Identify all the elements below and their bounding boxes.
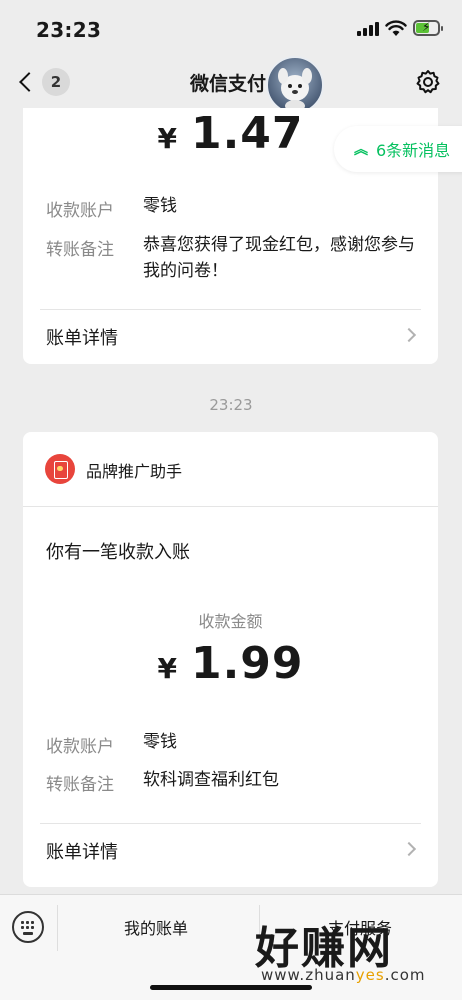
back-button[interactable]: 2 xyxy=(14,66,70,98)
status-time: 23:23 xyxy=(36,18,102,42)
bill-detail-link[interactable]: 账单详情 xyxy=(46,838,118,864)
battery-icon: ⚡ xyxy=(413,20,443,36)
remark-value: 软科调查福利红包 xyxy=(143,770,279,790)
brand-name: 品牌推广助手 xyxy=(86,462,183,481)
nav-bar: 2 微信支付 xyxy=(0,56,462,108)
avatar[interactable] xyxy=(266,56,324,114)
divider xyxy=(40,823,421,824)
notice-title: 你有一笔收款入账 xyxy=(46,542,190,563)
account-label: 收款账户 xyxy=(46,737,114,757)
avatar-dog-icon xyxy=(278,68,312,112)
chevron-right-icon xyxy=(401,327,417,343)
home-indicator[interactable] xyxy=(150,985,312,990)
double-chevron-up-icon: ︽ xyxy=(354,142,368,158)
menu-my-bill[interactable]: 我的账单 xyxy=(124,915,188,939)
remark-label: 转账备注 xyxy=(46,240,114,260)
amount-caption: 收款金额 xyxy=(198,612,263,631)
signal-icon xyxy=(357,22,379,36)
settings-gear-icon[interactable] xyxy=(414,68,442,96)
wifi-icon xyxy=(385,20,407,36)
message-timestamp: 23:23 xyxy=(209,396,253,414)
watermark-url: www.zhuanyes.com xyxy=(261,966,426,984)
divider xyxy=(40,309,421,310)
account-value: 零钱 xyxy=(143,196,177,216)
remark-label: 转账备注 xyxy=(46,775,114,795)
keyboard-icon[interactable] xyxy=(12,911,44,943)
chevron-right-icon xyxy=(401,841,417,857)
payment-amount: ¥1.99 xyxy=(157,638,304,689)
watermark: 好赚网 www.zhuanyes.com xyxy=(255,912,455,988)
red-packet-icon xyxy=(45,454,75,484)
account-label: 收款账户 xyxy=(46,201,114,221)
status-bar: 23:23 ⚡ xyxy=(0,0,462,56)
charging-bolt-icon: ⚡ xyxy=(422,20,431,34)
page-title: 微信支付 xyxy=(190,73,267,95)
new-messages-button[interactable]: ︽ 6条新消息 xyxy=(334,126,462,172)
new-messages-label: 6条新消息 xyxy=(376,141,451,160)
back-chevron-icon xyxy=(19,72,39,92)
remark-value: 恭喜您获得了现金红包，感谢您参与我的问卷！ xyxy=(143,235,415,281)
divider xyxy=(57,905,58,951)
bill-detail-link[interactable]: 账单详情 xyxy=(46,324,118,350)
unread-count-badge: 2 xyxy=(42,68,70,96)
account-value: 零钱 xyxy=(143,732,177,752)
divider xyxy=(23,506,438,507)
payment-card[interactable]: 品牌推广助手 你有一笔收款入账 收款金额 ¥1.99 收款账户 零钱 转账备注 … xyxy=(23,432,438,887)
